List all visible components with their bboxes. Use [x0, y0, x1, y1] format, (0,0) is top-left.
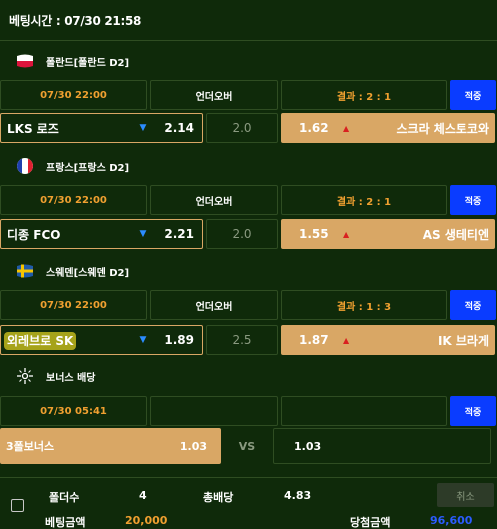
hit-button[interactable]: 적중	[450, 185, 496, 215]
bet-amount-value: 20,000	[125, 514, 168, 527]
bonus-sparkle-icon	[14, 367, 36, 385]
league-header-sweden: 스웨덴[스웨덴 D2]	[0, 252, 497, 290]
win-amount-value: 96,600	[430, 514, 473, 527]
bonus-result-empty	[281, 396, 447, 426]
match-result: 결과 : 1 : 3	[281, 290, 447, 320]
home-odds: 2.14	[164, 121, 194, 135]
bonus-label: 보너스 배당	[46, 372, 96, 384]
away-team-name: 스크라 체스토코와	[396, 121, 490, 136]
sweden-flag-icon	[14, 262, 36, 280]
bonus-name: 3폴보너스	[6, 440, 55, 453]
hit-button[interactable]: 적중	[450, 290, 496, 320]
league-name: 스웨덴[스웨덴 D2]	[46, 267, 130, 279]
bet-slip-footer: 폴더수 4 총배당 4.83 취소 베팅금액 20,000 당첨금액 96,60…	[0, 477, 497, 529]
odds-row: 디종 FCO ▼ 2.21 2.0 1.55 ▲ AS 생테티엔	[0, 219, 497, 249]
away-team-name: AS 생테티엔	[422, 227, 489, 242]
match-result: 결과 : 2 : 1	[281, 185, 447, 215]
france-flag-icon	[14, 157, 36, 175]
line-value: 2.0	[206, 219, 278, 249]
betting-time-label: 베팅시간 : 07/30 21:58	[9, 13, 142, 28]
odds-row: 외레브로 SK ▼ 1.89 2.5 1.87 ▲ IK 브라게	[0, 325, 497, 355]
match-info-bar: 07/30 22:00 언더오버 결과 : 2 : 1 적중	[0, 80, 497, 110]
win-amount-label: 당첨금액	[350, 516, 391, 529]
home-team-name: 외레브로 SK	[4, 331, 77, 350]
market-type: 언더오버	[150, 185, 278, 215]
away-odds: 1.62	[299, 121, 329, 135]
poland-flag-icon	[14, 52, 36, 70]
cancel-button[interactable]: 취소	[437, 483, 494, 507]
line-value: 2.0	[206, 113, 278, 143]
home-odds-cell[interactable]: LKS 로즈 ▼ 2.14	[0, 113, 203, 143]
hit-button[interactable]: 적중	[450, 80, 496, 110]
away-odds-cell[interactable]: 1.87 ▲ IK 브라게	[281, 325, 495, 355]
bonus-odds-cell[interactable]: 3폴보너스 1.03	[0, 428, 221, 464]
away-odds-cell[interactable]: 1.55 ▲ AS 생테티엔	[281, 219, 495, 249]
vs-label: VS	[238, 439, 256, 453]
market-type: 언더오버	[150, 290, 278, 320]
arrow-down-icon: ▼	[139, 123, 147, 133]
match-time: 07/30 22:00	[0, 290, 147, 320]
bonus-odds-row: 3폴보너스 1.03 VS 1.03	[0, 428, 497, 464]
bonus-info-bar: 07/30 05:41 적중	[0, 396, 497, 426]
league-header-france: 프랑스[프랑스 D2]	[0, 147, 497, 185]
odds-row: LKS 로즈 ▼ 2.14 2.0 1.62 ▲ 스크라 체스토코와	[0, 113, 497, 143]
match-info-bar: 07/30 22:00 언더오버 결과 : 1 : 3 적중	[0, 290, 497, 320]
match-result: 결과 : 2 : 1	[281, 80, 447, 110]
away-team-name: IK 브라게	[437, 333, 489, 348]
bet-amount-label: 베팅금액	[45, 516, 86, 529]
home-team-name: LKS 로즈	[7, 121, 59, 136]
league-header-poland: 폴란드[폴란드 D2]	[0, 42, 497, 80]
home-odds-cell[interactable]: 외레브로 SK ▼ 1.89	[0, 325, 203, 355]
match-info-bar: 07/30 22:00 언더오버 결과 : 2 : 1 적중	[0, 185, 497, 215]
away-odds-cell[interactable]: 1.62 ▲ 스크라 체스토코와	[281, 113, 495, 143]
away-odds: 1.87	[299, 333, 329, 347]
league-name: 폴란드[폴란드 D2]	[46, 57, 130, 69]
away-odds: 1.55	[299, 227, 329, 241]
match-time: 07/30 22:00	[0, 80, 147, 110]
market-type: 언더오버	[150, 80, 278, 110]
betting-time-header: 베팅시간 : 07/30 21:58	[0, 0, 497, 41]
arrow-down-icon: ▼	[139, 335, 147, 345]
home-odds: 1.89	[164, 333, 194, 347]
line-value: 2.5	[206, 325, 278, 355]
folders-label: 폴더수	[49, 491, 80, 504]
match-time: 07/30 22:00	[0, 185, 147, 215]
select-checkbox[interactable]	[11, 499, 24, 512]
bonus-right-odds: 1.03	[273, 428, 491, 464]
total-odds-label: 총배당	[203, 491, 234, 504]
home-team-name: 디종 FCO	[7, 227, 61, 242]
home-odds-cell[interactable]: 디종 FCO ▼ 2.21	[0, 219, 203, 249]
hit-button[interactable]: 적중	[450, 396, 496, 426]
folders-value: 4	[139, 489, 147, 502]
bonus-odds: 1.03	[179, 439, 207, 453]
bonus-header: 보너스 배당	[0, 357, 497, 395]
league-name: 프랑스[프랑스 D2]	[46, 162, 130, 174]
total-odds-value: 4.83	[284, 489, 312, 502]
bonus-market-empty	[150, 396, 278, 426]
arrow-down-icon: ▼	[139, 229, 147, 239]
bonus-time: 07/30 05:41	[0, 396, 147, 426]
home-odds: 2.21	[164, 227, 194, 241]
